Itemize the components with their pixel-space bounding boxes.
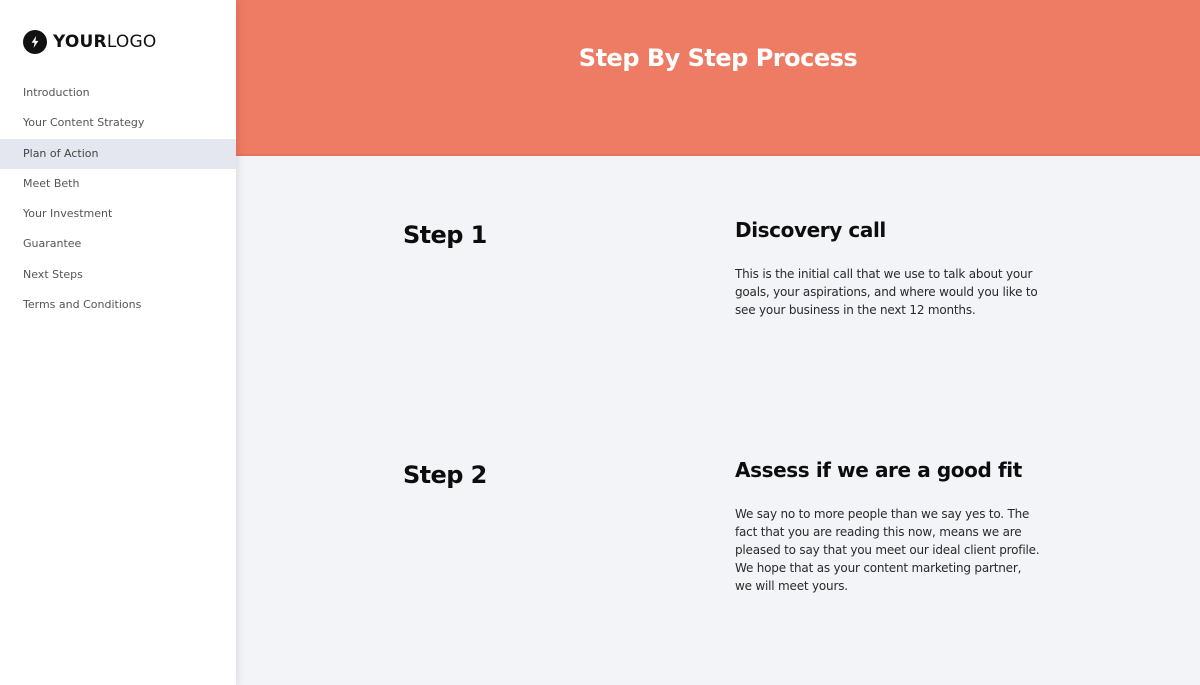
section-banner: Step By Step Process xyxy=(236,0,1200,156)
step-description: This is the initial call that we use to … xyxy=(735,267,1038,317)
step-label: Step 2 xyxy=(403,461,487,489)
sidebar-item-your-content-strategy[interactable]: Your Content Strategy xyxy=(0,108,236,138)
step-heading: Discovery call xyxy=(735,218,886,242)
page-title: Step By Step Process xyxy=(578,44,858,72)
sidebar-item-meet-beth[interactable]: Meet Beth xyxy=(0,169,236,199)
sidebar-item-terms-and-conditions[interactable]: Terms and Conditions xyxy=(0,290,236,320)
sidebar-nav: Introduction Your Content Strategy Plan … xyxy=(0,78,236,320)
logo-text: YOURLOGO xyxy=(53,30,156,54)
steps-section xyxy=(236,158,1200,685)
lightning-bolt-icon xyxy=(23,30,47,54)
sidebar-item-your-investment[interactable]: Your Investment xyxy=(0,199,236,229)
sidebar-item-next-steps[interactable]: Next Steps xyxy=(0,260,236,290)
step-description: We say no to more people than we say yes… xyxy=(735,507,1040,593)
logo-text-light: LOGO xyxy=(106,32,157,52)
main-content: Step By Step Process Step 1 Discovery ca… xyxy=(236,0,1200,685)
sidebar: YOURLOGO Introduction Your Content Strat… xyxy=(0,0,236,685)
sidebar-item-introduction[interactable]: Introduction xyxy=(0,78,236,108)
logo-text-bold: YOUR xyxy=(53,32,107,52)
step-heading: Assess if we are a good fit xyxy=(735,458,1022,482)
step-label: Step 1 xyxy=(403,221,487,249)
sidebar-item-plan-of-action[interactable]: Plan of Action xyxy=(0,138,236,169)
sidebar-item-guarantee[interactable]: Guarantee xyxy=(0,229,236,259)
logo[interactable]: YOURLOGO xyxy=(23,30,156,54)
